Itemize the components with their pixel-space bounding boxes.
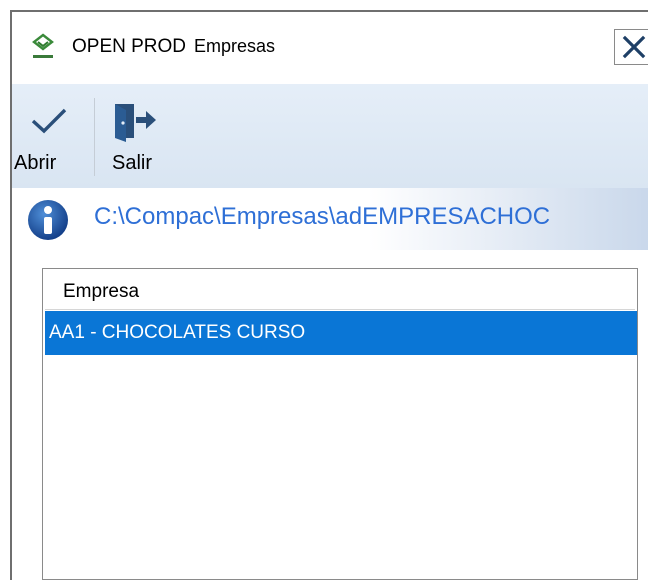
info-icon — [26, 198, 70, 242]
empresas-dialog: OPEN PROD Empresas Abrir Salir C:\Compac… — [10, 10, 648, 580]
window-title-dialog: Empresas — [194, 36, 276, 56]
window-title: OPEN PROD Empresas — [72, 36, 275, 58]
exit-door-icon — [112, 100, 158, 147]
company-path-bar: C:\Compac\Empresas\adEMPRESACHOC — [12, 188, 648, 250]
close-button[interactable] — [614, 29, 648, 65]
app-logo-icon — [30, 32, 56, 62]
title-bar: OPEN PROD Empresas — [12, 12, 648, 82]
column-header-empresa[interactable]: Empresa — [45, 271, 635, 310]
toolbar-separator — [94, 98, 95, 176]
exit-button-label: Salir — [112, 152, 153, 174]
open-button[interactable]: Abrir — [12, 84, 94, 188]
close-icon — [615, 35, 648, 70]
open-button-label: Abrir — [14, 152, 57, 174]
list-item-label: AA1 - CHOCOLATES CURSO — [49, 322, 306, 343]
toolbar: Abrir Salir — [12, 84, 648, 188]
column-header-label: Empresa — [63, 281, 140, 302]
checkmark-icon — [30, 106, 68, 141]
window-title-app: OPEN PROD — [72, 36, 187, 57]
company-list[interactable]: Empresa AA1 - CHOCOLATES CURSO — [42, 268, 638, 580]
list-item[interactable]: AA1 - CHOCOLATES CURSO — [45, 311, 637, 355]
exit-button[interactable]: Salir — [100, 84, 170, 188]
company-path: C:\Compac\Empresas\adEMPRESACHOC — [94, 203, 551, 230]
